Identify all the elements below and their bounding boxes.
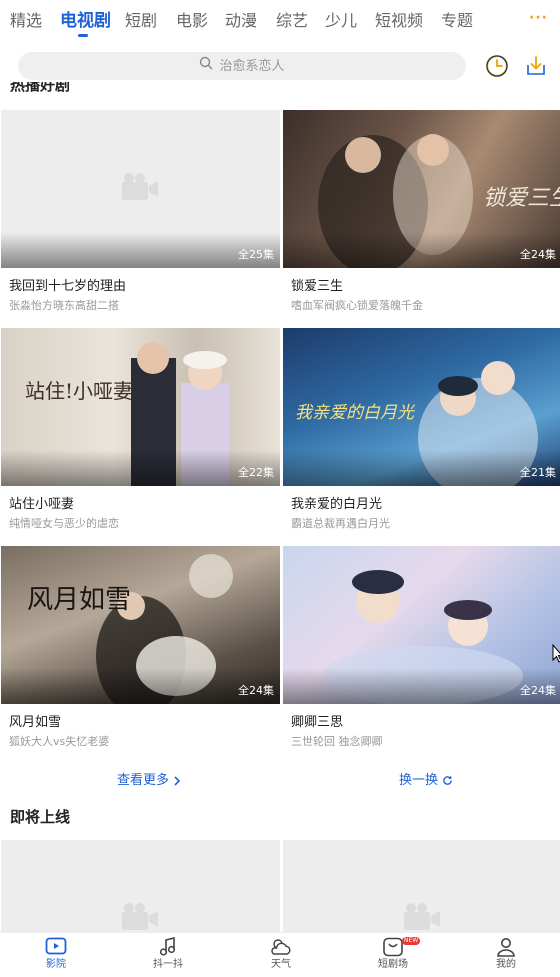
tab-featured[interactable]: 精选 — [10, 10, 42, 32]
poster-title-text: 锁爱三生 — [483, 186, 560, 211]
drama-subtitle: 三世轮回 独念卿卿 — [291, 735, 383, 748]
download-icon[interactable] — [524, 54, 548, 78]
nav-label: 我的 — [496, 959, 516, 970]
nav-cinema[interactable]: 影院 — [21, 937, 91, 971]
drama-thumbnail[interactable]: 全25集 — [1, 110, 280, 268]
nav-label: 短剧场 — [378, 959, 408, 970]
nav-short-drama[interactable]: NEW 短剧场 — [358, 937, 428, 971]
drama-card[interactable]: 锁爱三生 全24集 锁爱三生 嗜血军阀疯心锁爱落魄千金 — [283, 110, 560, 314]
drama-title[interactable]: 风月如雪 — [9, 714, 280, 732]
bottom-navigation: 影院 抖一抖 天气 NEW 短剧场 我的 — [0, 932, 560, 977]
search-icon — [199, 56, 213, 77]
user-icon — [497, 938, 515, 957]
drama-thumbnail[interactable]: 全24集 — [283, 546, 560, 704]
episode-count: 全24集 — [238, 684, 274, 697]
drama-thumbnail[interactable]: 站住!小哑妻 全22集 — [1, 328, 280, 486]
poster-title-text: 站住!小哑妻 — [25, 379, 133, 403]
weather-cloud-icon — [271, 939, 291, 955]
nav-weather[interactable]: 天气 — [246, 937, 316, 971]
short-drama-icon — [383, 937, 403, 957]
drama-title[interactable]: 我亲爱的白月光 — [291, 496, 560, 514]
refresh-label: 换一换 — [399, 773, 439, 788]
active-tab-indicator — [78, 34, 88, 37]
nav-label: 天气 — [271, 959, 291, 970]
view-more-label: 查看更多 — [117, 773, 170, 788]
upcoming-card[interactable] — [283, 840, 560, 932]
drama-thumbnail[interactable] — [283, 840, 560, 932]
drama-card[interactable]: 全24集 卿卿三思 三世轮回 独念卿卿 — [283, 546, 560, 750]
drama-card[interactable]: 站住!小哑妻 全22集 站住小哑妻 纯情哑女与恶少的虐恋 — [1, 328, 280, 532]
tab-anime[interactable]: 动漫 — [225, 10, 257, 32]
nav-label: 影院 — [46, 959, 66, 970]
drama-card[interactable]: 全25集 我回到十七岁的理由 张淼怡方晓东高甜二搭 — [1, 110, 280, 314]
nav-label: 抖一抖 — [153, 959, 183, 970]
drama-title[interactable]: 锁爱三生 — [291, 278, 560, 296]
drama-title[interactable]: 站住小哑妻 — [9, 496, 280, 514]
search-placeholder: 治愈系恋人 — [219, 59, 285, 74]
drama-card[interactable]: 我亲爱的白月光 全21集 我亲爱的白月光 霸道总裁再遇白月光 — [283, 328, 560, 532]
drama-subtitle: 张淼怡方晓东高甜二搭 — [9, 299, 119, 312]
play-screen-icon — [45, 937, 67, 955]
section-title-upcoming: 即将上线 — [10, 808, 71, 826]
episode-count: 全24集 — [520, 248, 556, 261]
music-note-icon — [159, 937, 176, 956]
tab-variety[interactable]: 综艺 — [276, 10, 308, 32]
drama-thumbnail[interactable]: 我亲爱的白月光 全21集 — [283, 328, 560, 486]
drama-thumbnail[interactable]: 风月如雪 全24集 — [1, 546, 280, 704]
poster-title-text: 我亲爱的白月光 — [295, 403, 416, 423]
episode-count: 全24集 — [520, 684, 556, 697]
tab-kids[interactable]: 少儿 — [325, 10, 357, 32]
view-more-button[interactable]: 查看更多 — [117, 772, 181, 790]
drama-subtitle: 纯情哑女与恶少的虐恋 — [9, 517, 119, 530]
poster-title-text: 风月如雪 — [27, 585, 131, 615]
drama-thumbnail[interactable] — [1, 840, 280, 932]
drama-subtitle: 嗜血军阀疯心锁爱落魄千金 — [291, 299, 423, 312]
category-tabs: 精选 电视剧 短剧 电影 动漫 综艺 少儿 短视频 专题 ··· — [0, 0, 560, 44]
more-tabs-button[interactable]: ··· — [529, 10, 548, 26]
tab-topics[interactable]: 专题 — [441, 10, 473, 32]
upcoming-card[interactable] — [1, 840, 280, 932]
history-clock-icon[interactable] — [485, 54, 509, 78]
mouse-cursor-icon — [552, 643, 560, 668]
episode-count: 全25集 — [238, 248, 274, 261]
nav-profile[interactable]: 我的 — [471, 937, 541, 971]
refresh-icon — [443, 776, 453, 785]
episode-count: 全22集 — [238, 466, 274, 479]
chevron-right-icon — [174, 775, 181, 786]
video-camera-icon — [403, 902, 441, 932]
tab-movie[interactable]: 电影 — [176, 10, 208, 32]
tab-tv-series[interactable]: 电视剧 — [60, 10, 111, 32]
drama-title[interactable]: 我回到十七岁的理由 — [9, 278, 280, 296]
section-title-clipped: 热播好剧 — [10, 82, 70, 94]
tab-short-drama[interactable]: 短剧 — [125, 10, 157, 32]
drama-title[interactable]: 卿卿三思 — [291, 714, 560, 732]
section-actions: 查看更多 换一换 — [0, 772, 560, 792]
episode-count: 全21集 — [520, 466, 556, 479]
refresh-button[interactable]: 换一换 — [399, 772, 453, 790]
drama-card[interactable]: 风月如雪 全24集 风月如雪 狐妖大人vs失忆老婆 — [1, 546, 280, 750]
nav-shake[interactable]: 抖一抖 — [133, 937, 203, 971]
drama-subtitle: 霸道总裁再遇白月光 — [291, 517, 390, 530]
new-badge: NEW — [402, 937, 421, 945]
drama-subtitle: 狐妖大人vs失忆老婆 — [9, 735, 110, 748]
search-input[interactable]: 治愈系恋人 — [18, 52, 466, 80]
tab-short-video[interactable]: 短视频 — [375, 10, 423, 32]
video-camera-icon — [121, 172, 159, 206]
drama-thumbnail[interactable]: 锁爱三生 全24集 — [283, 110, 560, 268]
video-camera-icon — [121, 902, 159, 932]
